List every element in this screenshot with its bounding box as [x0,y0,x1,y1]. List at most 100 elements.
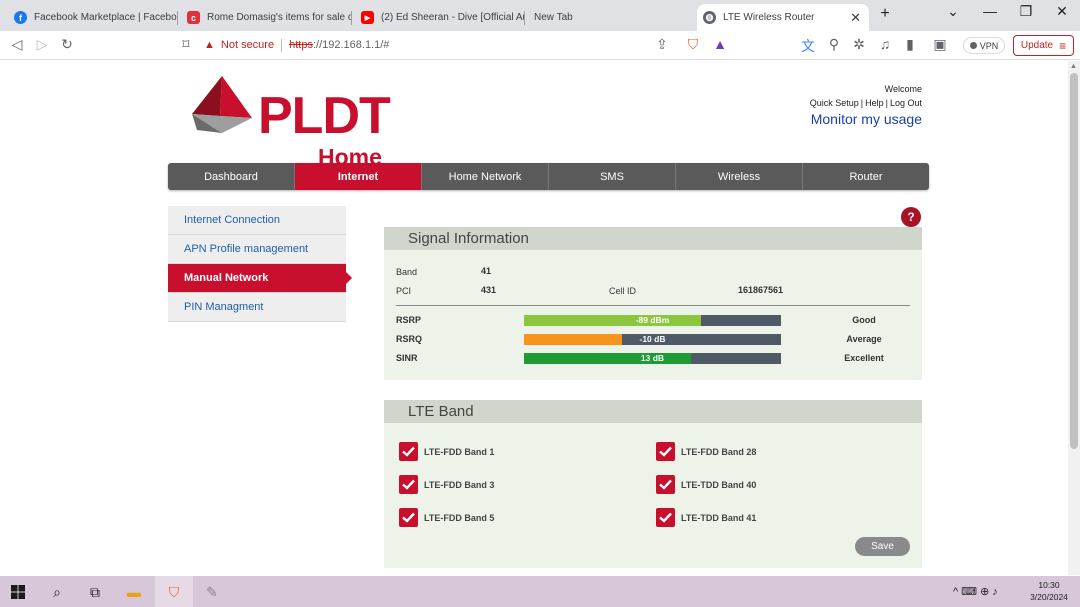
quick-links: Quick Setup | Help | Log Out [810,96,922,110]
checkbox-checked-icon[interactable] [399,508,418,527]
volume-icon[interactable]: ♪ [992,586,1001,598]
band-label: LTE-FDD Band 5 [424,512,495,523]
forward-icon[interactable]: ▷ [33,36,51,53]
file-explorer-icon[interactable]: ▬ [124,582,144,602]
close-window-icon[interactable]: ✕ [1047,3,1077,20]
keyboard-icon[interactable]: ⌨ [961,586,980,598]
system-tray[interactable]: ^⌨⊕♪ [953,585,1001,598]
brave-browser-icon[interactable]: ⛉ [164,582,184,602]
tab-youtube[interactable]: ▶ (2) Ed Sheeran - Dive [Official Au [355,4,525,31]
network-icon[interactable]: ⊕ [980,586,992,598]
update-button[interactable]: Update ≡ [1013,35,1074,56]
vpn-button[interactable]: VPN [963,37,1005,54]
checkbox-checked-icon[interactable] [656,475,675,494]
rsrp-label: RSRP [396,315,422,325]
band-option-tdd-41[interactable]: LTE-TDD Band 41 [656,508,756,527]
tab-rome-items[interactable]: c Rome Domasig's items for sale o [181,4,352,31]
security-label[interactable]: Not secure [221,39,274,51]
checkbox-checked-icon[interactable] [656,508,675,527]
tab-search-icon[interactable]: ⌄ [938,3,968,20]
nav-sms[interactable]: SMS [549,163,676,190]
nav-dashboard[interactable]: Dashboard [168,163,295,190]
back-icon[interactable]: ◁ [8,36,26,53]
tab-facebook-marketplace[interactable]: f Facebook Marketplace | Faceboo [8,4,178,31]
extension-icon[interactable]: ⚲ [825,36,843,53]
taskbar-clock[interactable]: 10:30 3/20/2024 [1022,579,1076,603]
pci-label: PCI [396,286,412,296]
close-tab-icon[interactable]: ✕ [850,10,861,26]
sidebar-item-internet-connection[interactable]: Internet Connection [168,206,346,235]
sinr-value: 13 dB [640,353,665,363]
clock-time: 10:30 [1038,580,1060,590]
brave-rewards-icon[interactable]: ▲ [711,36,729,52]
scrollbar-thumb[interactable] [1070,73,1078,449]
maximize-icon[interactable]: ❐ [1011,3,1041,20]
vpn-status-icon [969,42,977,49]
sidebar-item-apn-profile[interactable]: APN Profile management [168,235,346,264]
nav-wireless[interactable]: Wireless [676,163,803,190]
sidebar-item-manual-network[interactable]: Manual Network [168,264,352,293]
page-scrollbar[interactable]: ▲ [1068,61,1080,575]
task-view-icon[interactable]: ⧉ [85,582,105,602]
tab-divider [351,11,352,25]
scroll-up-icon[interactable]: ▲ [1070,63,1077,70]
checkbox-checked-icon[interactable] [399,475,418,494]
sidebar-icon[interactable]: ▮ [901,36,919,53]
wallet-icon[interactable]: ▣ [931,36,949,53]
band-label: LTE-TDD Band 41 [681,512,757,523]
nav-internet[interactable]: Internet [295,163,422,190]
link-separator: | [885,98,888,108]
minimize-icon[interactable]: — [975,3,1005,19]
band-option-fdd-28[interactable]: LTE-FDD Band 28 [656,442,756,461]
carousell-icon: c [187,11,200,24]
quick-setup-link[interactable]: Quick Setup [810,98,859,108]
vpn-label: VPN [979,40,999,51]
new-tab-button[interactable]: + [870,5,900,23]
logout-link[interactable]: Log Out [890,98,922,108]
share-icon[interactable]: ⇪ [653,36,671,53]
band-label: LTE-FDD Band 3 [424,479,495,490]
reload-icon[interactable]: ↻ [58,36,76,53]
band-option-fdd-5[interactable]: LTE-FDD Band 5 [399,508,494,527]
monitor-usage-link[interactable]: Monitor my usage [810,110,922,128]
media-icon[interactable]: ♫ [876,36,894,52]
rsrq-bar: -10 dB [524,334,781,345]
update-label: Update [1020,40,1054,51]
nav-router[interactable]: Router [803,163,929,190]
side-menu: Internet Connection APN Profile manageme… [168,206,352,322]
checkbox-checked-icon[interactable] [399,442,418,461]
brave-shield-icon[interactable]: ⛉ [684,36,702,53]
tab-lte-router[interactable]: ◍ LTE Wireless Router ✕ [697,4,869,31]
tray-chevron-icon[interactable]: ^ [953,586,961,598]
tab-divider [177,11,178,25]
band-option-tdd-40[interactable]: LTE-TDD Band 40 [656,475,756,494]
tab-title: (2) Ed Sheeran - Dive [Official Au [381,12,525,23]
puzzle-icon[interactable]: ✲ [850,36,868,53]
band-label: Band [396,267,418,277]
signal-divider [396,305,910,306]
translate-icon[interactable]: 文 [799,36,817,56]
help-link[interactable]: Help [865,98,884,108]
lte-panel-title: LTE Band [384,400,922,423]
band-label: LTE-TDD Band 40 [681,479,757,490]
checkbox-checked-icon[interactable] [656,442,675,461]
signal-panel-title: Signal Information [384,227,922,250]
rsrq-quality: Average [846,334,882,344]
tab-title: New Tab [534,12,573,23]
pldt-logo-mark [192,76,252,133]
band-option-fdd-1[interactable]: LTE-FDD Band 1 [399,442,494,461]
tab-new-tab[interactable]: New Tab [528,4,693,31]
windows-start-icon[interactable] [8,582,28,602]
search-icon[interactable]: ⌕ [47,582,67,602]
link-separator: | [860,98,864,108]
bookmark-icon[interactable]: ⌑ [177,36,195,53]
url-scheme: https [289,39,313,51]
sidebar-item-pin-management[interactable]: PIN Managment [168,293,346,322]
app-icon[interactable]: ✎ [202,582,222,602]
help-icon[interactable]: ? [901,207,921,227]
nav-home-network[interactable]: Home Network [422,163,549,190]
band-option-fdd-3[interactable]: LTE-FDD Band 3 [399,475,494,494]
rsrq-label: RSRQ [396,334,423,344]
warning-icon: ▲ [204,39,215,51]
save-button[interactable]: Save [855,537,910,556]
